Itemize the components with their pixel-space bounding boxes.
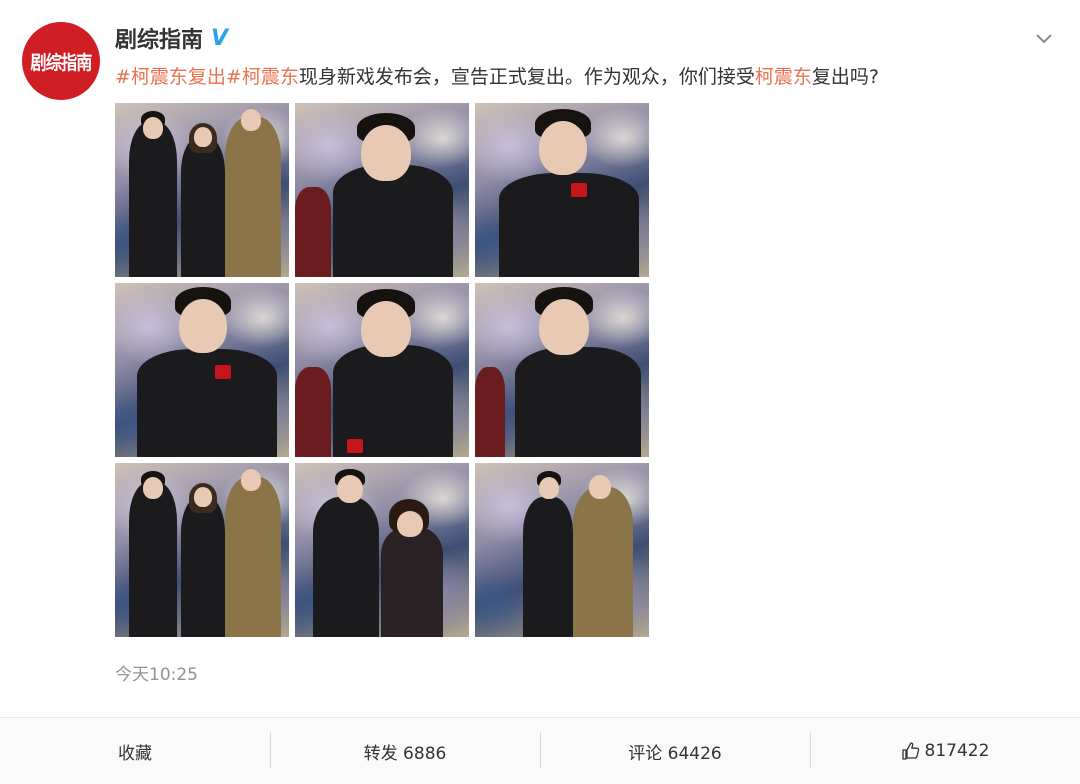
- post-image[interactable]: [475, 463, 649, 637]
- thumbs-up-icon: [901, 742, 919, 760]
- repost-label: 转发 6886: [363, 743, 447, 764]
- post-image[interactable]: [115, 103, 289, 277]
- action-bar: 收藏 转发 6886 评论 64426 817422: [0, 717, 1080, 784]
- post-image[interactable]: [475, 103, 649, 277]
- post-body-text: 复出吗?: [811, 66, 879, 88]
- post-timestamp: 今天10:25: [115, 665, 198, 685]
- repost-button[interactable]: 转发 6886: [270, 718, 540, 784]
- account-header: 剧综指南 V: [115, 22, 228, 54]
- chevron-down-icon[interactable]: [1034, 28, 1054, 48]
- post-image[interactable]: [475, 283, 649, 457]
- post-image[interactable]: [295, 283, 469, 457]
- post-image[interactable]: [295, 463, 469, 637]
- like-button[interactable]: 817422: [810, 718, 1080, 784]
- comment-label: 评论 64426: [628, 743, 722, 764]
- comment-button[interactable]: 评论 64426: [540, 718, 810, 784]
- like-count: 817422: [924, 741, 990, 761]
- account-name[interactable]: 剧综指南: [115, 22, 203, 54]
- image-grid: [115, 103, 651, 639]
- post-text: #柯震东复出#柯震东现身新戏发布会，宣告正式复出。作为观众，你们接受柯震东复出吗…: [115, 62, 879, 89]
- post-image[interactable]: [115, 463, 289, 637]
- avatar[interactable]: 剧综指南: [22, 22, 100, 100]
- favorite-label: 收藏: [118, 743, 152, 764]
- verified-icon: V: [211, 25, 229, 51]
- mention-link[interactable]: 柯震东: [755, 66, 812, 88]
- avatar-text: 剧综指南: [30, 51, 92, 74]
- post-body-text: 现身新戏发布会，宣告正式复出。作为观众，你们接受: [298, 66, 755, 88]
- favorite-button[interactable]: 收藏: [0, 718, 270, 784]
- post-image[interactable]: [115, 283, 289, 457]
- mention-link[interactable]: 柯震东: [242, 66, 299, 88]
- post-image[interactable]: [295, 103, 469, 277]
- hashtag-link[interactable]: #柯震东复出#: [115, 66, 242, 88]
